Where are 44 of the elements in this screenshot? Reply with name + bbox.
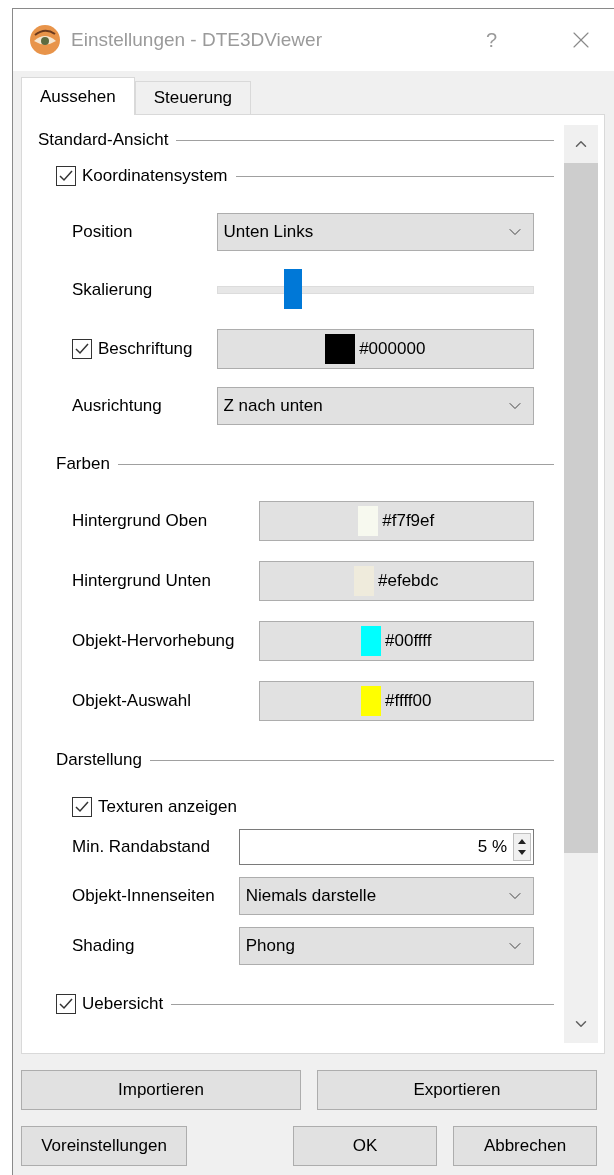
field-label: Min. Randabstand — [72, 837, 211, 857]
group-title: Standard-Ansicht — [38, 130, 169, 150]
dialog-button[interactable]: Abbrechen — [453, 1126, 597, 1166]
color-button[interactable]: #ffff00 — [258, 681, 534, 721]
field-label: Ausrichtung — [72, 396, 163, 416]
group-title: Farben — [56, 454, 110, 474]
dialog-button[interactable]: Voreinstellungen — [21, 1126, 187, 1166]
dropdown[interactable]: Niemals darstelle — [238, 877, 534, 915]
spin-arrows-icon — [513, 833, 531, 861]
color-button[interactable]: #00ffff — [258, 621, 534, 661]
slider-thumb[interactable] — [284, 269, 303, 309]
dialog-button[interactable]: OK — [293, 1126, 437, 1166]
window-title: Einstellungen - DTE3DViewer — [71, 29, 323, 51]
scroll-thumb[interactable] — [564, 163, 598, 853]
spin-field[interactable]: 5 % — [238, 829, 534, 865]
field-label: Hintergrund Unten — [72, 571, 212, 591]
group-title: Koordinatensystem — [82, 166, 228, 186]
field-label: Objekt-Innenseiten — [72, 886, 215, 906]
color-button[interactable]: #efebdc — [258, 561, 534, 601]
field-label: Position — [72, 222, 134, 242]
field-label: Shading — [72, 936, 136, 956]
checkbox-label: Texturen anzeigen — [98, 797, 237, 817]
checkbox-label: Beschriftung — [98, 339, 193, 359]
field-label: Hintergrund Oben — [72, 511, 209, 531]
field-label: Skalierung — [72, 280, 154, 300]
checkbox[interactable] — [56, 166, 76, 186]
action-button[interactable]: Exportieren — [317, 1070, 597, 1110]
eye-icon — [29, 24, 61, 56]
dropdown[interactable]: Phong — [238, 927, 534, 965]
scrollbar[interactable] — [564, 125, 598, 1043]
field-label: Objekt-Hervorhebung — [72, 631, 235, 651]
color-button[interactable]: #000000 — [216, 329, 534, 369]
dropdown[interactable]: Z nach unten — [216, 387, 534, 425]
tab[interactable]: Aussehen — [21, 77, 135, 115]
group-title: Darstellung — [56, 750, 142, 770]
checkbox[interactable] — [72, 797, 92, 817]
group-title: Uebersicht — [82, 994, 164, 1014]
field-label: Objekt-Auswahl — [72, 691, 193, 711]
dropdown[interactable]: Unten Links — [216, 213, 534, 251]
action-button[interactable]: Importieren — [21, 1070, 301, 1110]
checkbox[interactable] — [56, 994, 76, 1014]
tab[interactable]: Steuerung — [134, 81, 252, 114]
color-button[interactable]: #f7f9ef — [258, 501, 534, 541]
checkbox[interactable] — [72, 339, 92, 359]
